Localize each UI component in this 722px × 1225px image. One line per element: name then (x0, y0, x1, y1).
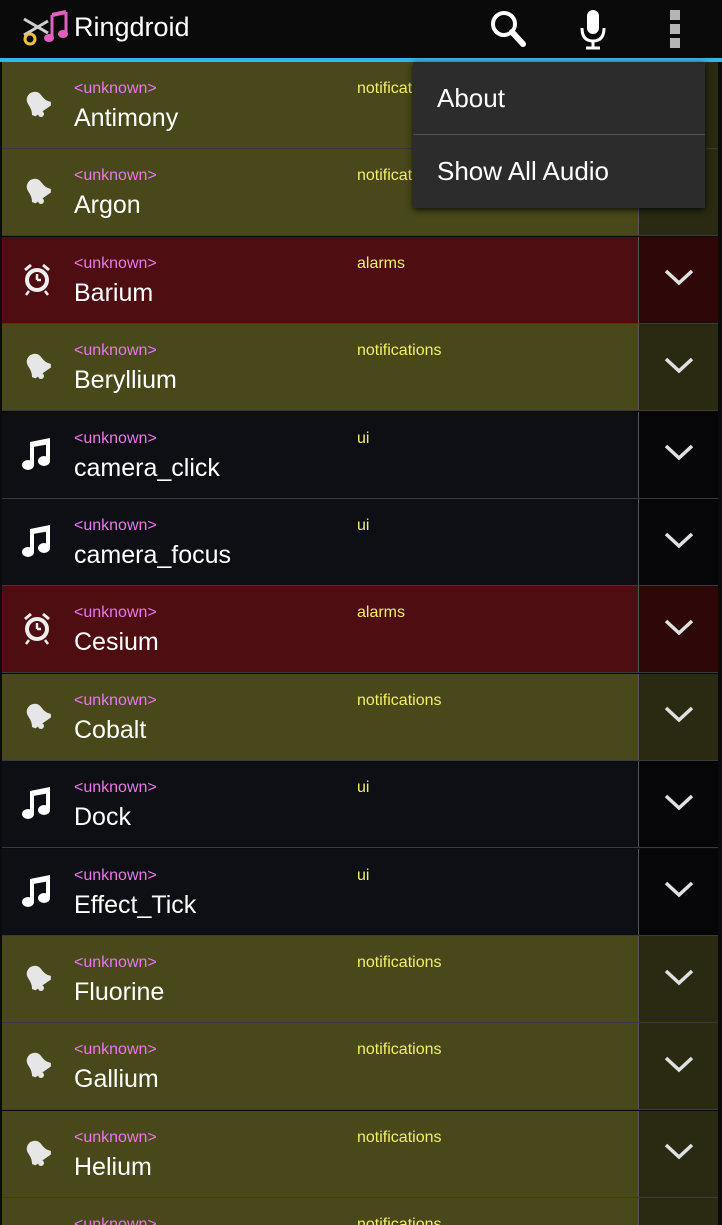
category-label: ui (357, 779, 370, 797)
notification-bell-icon (20, 1047, 54, 1083)
expand-button[interactable] (639, 673, 718, 760)
artist-label: <unknown> (74, 517, 157, 534)
chevron-down-icon (663, 879, 695, 904)
category-label: notifications (357, 342, 442, 360)
chevron-down-icon (663, 355, 695, 380)
artist-label: <unknown> (74, 167, 157, 185)
title-label: Gallium (74, 1065, 159, 1094)
title-label: Cesium (74, 628, 159, 657)
list-item[interactable]: <unknown> Cesium alarms (2, 586, 718, 674)
list-item[interactable]: <unknown> Beryllium notifications (2, 324, 718, 412)
menu-item-about[interactable]: About (413, 62, 705, 134)
category-label: notifications (357, 691, 442, 709)
expand-button[interactable] (639, 848, 718, 935)
music-note-icon (20, 523, 54, 559)
artist-label: <unknown> (74, 779, 157, 797)
notification-bell-icon (20, 960, 54, 996)
category-label: notifications (357, 1041, 442, 1059)
notification-bell-icon (20, 86, 54, 122)
chevron-down-icon (663, 967, 695, 992)
list-item[interactable]: <unknown> Helium notifications (2, 1110, 718, 1198)
expand-button[interactable] (639, 1198, 718, 1225)
chevron-down-icon (663, 1141, 695, 1166)
chevron-down-icon (663, 704, 695, 729)
expand-button[interactable] (639, 1110, 718, 1197)
expand-button[interactable] (639, 1023, 718, 1110)
chevron-down-icon (663, 617, 695, 642)
notification-bell-icon (20, 348, 54, 384)
alarm-clock-icon (20, 261, 54, 297)
search-icon[interactable] (488, 8, 528, 50)
overflow-menu-icon[interactable] (655, 8, 695, 50)
chevron-down-icon (663, 530, 695, 555)
expand-button[interactable] (639, 411, 718, 498)
expand-button[interactable] (639, 236, 718, 323)
chevron-down-icon (663, 442, 695, 467)
artist-label: <unknown> (74, 254, 157, 272)
expand-button[interactable] (639, 586, 718, 673)
expand-button[interactable] (639, 499, 718, 585)
notification-bell-icon (20, 698, 54, 734)
category-label: ui (357, 517, 370, 534)
category-label: notifications (357, 1216, 442, 1225)
artist-label: <unknown> (74, 1128, 157, 1146)
list-item[interactable]: <unknown> Gallium notifications (2, 1023, 718, 1111)
list-item[interactable]: <unknown> Cobalt notifications (2, 673, 718, 761)
title-label: Effect_Tick (74, 890, 197, 919)
category-label: alarms (357, 254, 406, 272)
app-title: Ringdroid (74, 12, 190, 42)
action-bar: Ringdroid (0, 0, 722, 58)
artist-label: <unknown> (74, 1216, 157, 1225)
artist-label: <unknown> (74, 342, 157, 360)
expand-button[interactable] (639, 761, 718, 848)
menu-item-show-all-audio[interactable]: Show All Audio (413, 135, 705, 207)
title-label: Helium (74, 1152, 152, 1181)
artist-label: <unknown> (74, 604, 157, 622)
category-label: ui (357, 866, 370, 884)
chevron-down-icon (663, 792, 695, 817)
notification-bell-icon (20, 1135, 54, 1171)
ringtone-list[interactable]: <unknown> Antimony notifications <unknown> A… (2, 62, 718, 1225)
microphone-icon[interactable] (573, 8, 613, 50)
music-note-icon (20, 873, 54, 909)
category-label: notifications (357, 954, 442, 971)
list-item[interactable]: <unknown> camera_focus ui (2, 499, 718, 586)
title-label: Dock (74, 803, 131, 832)
title-label: Barium (74, 278, 154, 307)
artist-label: <unknown> (74, 1041, 157, 1059)
music-note-icon (20, 436, 54, 472)
artist-label: <unknown> (74, 866, 157, 884)
title-label: camera_focus (74, 541, 232, 569)
artist-label: <unknown> (74, 429, 157, 447)
expand-button[interactable] (639, 324, 718, 411)
overflow-popup-menu: About Show All Audio (413, 62, 705, 208)
category-label: notifications (357, 1128, 442, 1146)
music-note-icon (20, 785, 54, 821)
title-label: camera_click (74, 453, 220, 482)
chevron-down-icon (663, 267, 695, 292)
title-label: Beryllium (74, 366, 177, 395)
artist-label: <unknown> (74, 954, 157, 971)
artist-label: <unknown> (74, 80, 157, 97)
title-label: Antimony (74, 104, 179, 132)
notification-bell-icon (20, 173, 54, 209)
expand-button[interactable] (639, 936, 718, 1022)
list-item[interactable]: <unknown> Fluorine notifications (2, 936, 718, 1023)
artist-label: <unknown> (74, 691, 157, 709)
list-item[interactable]: <unknown> Effect_Tick ui (2, 848, 718, 936)
category-label: alarms (357, 604, 406, 622)
title-label: Fluorine (74, 978, 165, 1006)
ringdroid-logo-icon[interactable] (22, 9, 70, 47)
list-item[interactable]: <unknown> camera_click ui (2, 411, 718, 499)
list-item[interactable]: <unknown> notifications (2, 1198, 718, 1225)
title-label: Cobalt (74, 715, 147, 744)
category-label: ui (357, 429, 370, 447)
list-item[interactable]: <unknown> Dock ui (2, 761, 718, 849)
chevron-down-icon (663, 1054, 695, 1079)
list-item[interactable]: <unknown> Barium alarms (2, 236, 718, 324)
alarm-clock-icon (20, 610, 54, 646)
title-label: Argon (74, 191, 141, 220)
